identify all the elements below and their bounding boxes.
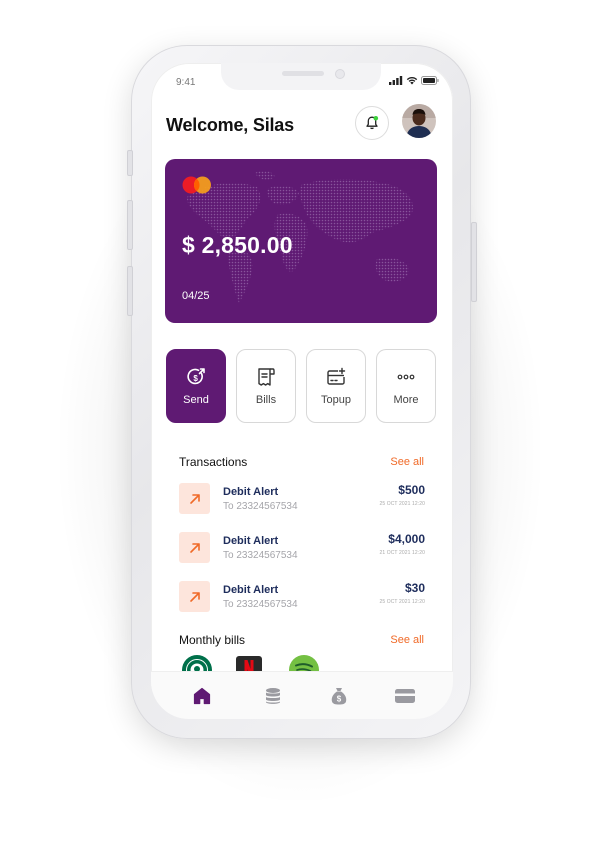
transactions-title: Transactions (179, 455, 248, 469)
svg-text:$: $ (337, 695, 342, 704)
monthly-bills-see-all-link[interactable]: See all (390, 634, 424, 646)
money-bag-icon[interactable]: $ (329, 686, 349, 706)
bills-button[interactable]: Bills (236, 349, 296, 423)
send-button[interactable]: $ Send (166, 349, 226, 423)
topup-label: Topup (321, 394, 351, 406)
receipt-icon (258, 368, 275, 386)
transaction-date: 25 OCT 2021 12:20 (379, 599, 425, 605)
notch (221, 63, 381, 90)
transaction-title: Debit Alert (223, 486, 279, 498)
transaction-icon (179, 483, 210, 514)
mute-switch (127, 150, 133, 176)
quick-actions: $ Send Bills Topup More (166, 349, 438, 425)
transaction-amount: $30 (404, 581, 425, 595)
transaction-row[interactable]: Debit Alert To 23324567534 $4,000 21 OCT… (179, 532, 425, 568)
arrow-up-right-icon (189, 542, 200, 553)
svg-text:$: $ (193, 374, 198, 383)
bills-label: Bills (255, 394, 277, 406)
transaction-date: 21 OCT 2021 12:20 (379, 550, 425, 556)
transactions-see-all-link[interactable]: See all (390, 456, 424, 468)
arrow-up-right-icon (189, 493, 200, 504)
send-label: Send (183, 394, 209, 406)
signal-icon (389, 76, 403, 85)
avatar[interactable] (402, 104, 436, 138)
home-icon[interactable] (192, 686, 212, 706)
power-button (471, 222, 477, 302)
monthly-bills-list (181, 653, 341, 673)
more-label: More (393, 394, 419, 406)
wallet-card-icon[interactable] (394, 686, 416, 706)
card-expiry: 04/25 (182, 290, 210, 302)
arrow-up-right-icon (189, 591, 200, 602)
database-icon[interactable] (263, 686, 283, 706)
balance-card[interactable]: $ 2,850.00 04/25 (165, 159, 437, 323)
bottom-navigation: $ (151, 671, 453, 719)
transaction-icon (179, 581, 210, 612)
status-icons (389, 76, 439, 85)
transaction-recipient: To 23324567534 (223, 501, 298, 512)
status-time: 9:41 (176, 77, 196, 88)
transaction-amount: $500 (398, 483, 425, 497)
user-photo-icon (402, 104, 436, 138)
more-button[interactable]: More (376, 349, 436, 423)
mastercard-logo (182, 176, 211, 194)
card-balance: $ 2,850.00 (182, 232, 293, 258)
transaction-recipient: To 23324567534 (223, 550, 298, 561)
transaction-title: Debit Alert (223, 535, 279, 547)
topup-card-icon (327, 367, 346, 385)
volume-down-button (127, 266, 133, 316)
more-dots-icon (397, 374, 415, 380)
speaker (282, 71, 324, 76)
transaction-title: Debit Alert (223, 584, 279, 596)
battery-icon (421, 76, 439, 85)
transaction-recipient: To 23324567534 (223, 599, 298, 610)
transaction-row[interactable]: Debit Alert To 23324567534 $500 25 OCT 2… (179, 483, 425, 519)
topup-button[interactable]: Topup (306, 349, 366, 423)
send-money-icon: $ (187, 368, 205, 385)
transaction-amount: $4,000 (388, 532, 425, 546)
phone-screen: 9:41 Welcome, Silas $ 2,850.00 04/25 $ S… (151, 63, 453, 719)
monthly-bills-title: Monthly bills (179, 633, 246, 647)
transaction-icon (179, 532, 210, 563)
welcome-title: Welcome, Silas (166, 115, 294, 135)
front-camera (335, 69, 345, 79)
volume-up-button (127, 200, 133, 250)
transaction-row[interactable]: Debit Alert To 23324567534 $30 25 OCT 20… (179, 581, 425, 617)
notification-button[interactable] (355, 106, 389, 140)
wifi-icon (406, 76, 418, 85)
bell-icon (366, 116, 379, 130)
transaction-date: 25 OCT 2021 12:20 (379, 501, 425, 507)
